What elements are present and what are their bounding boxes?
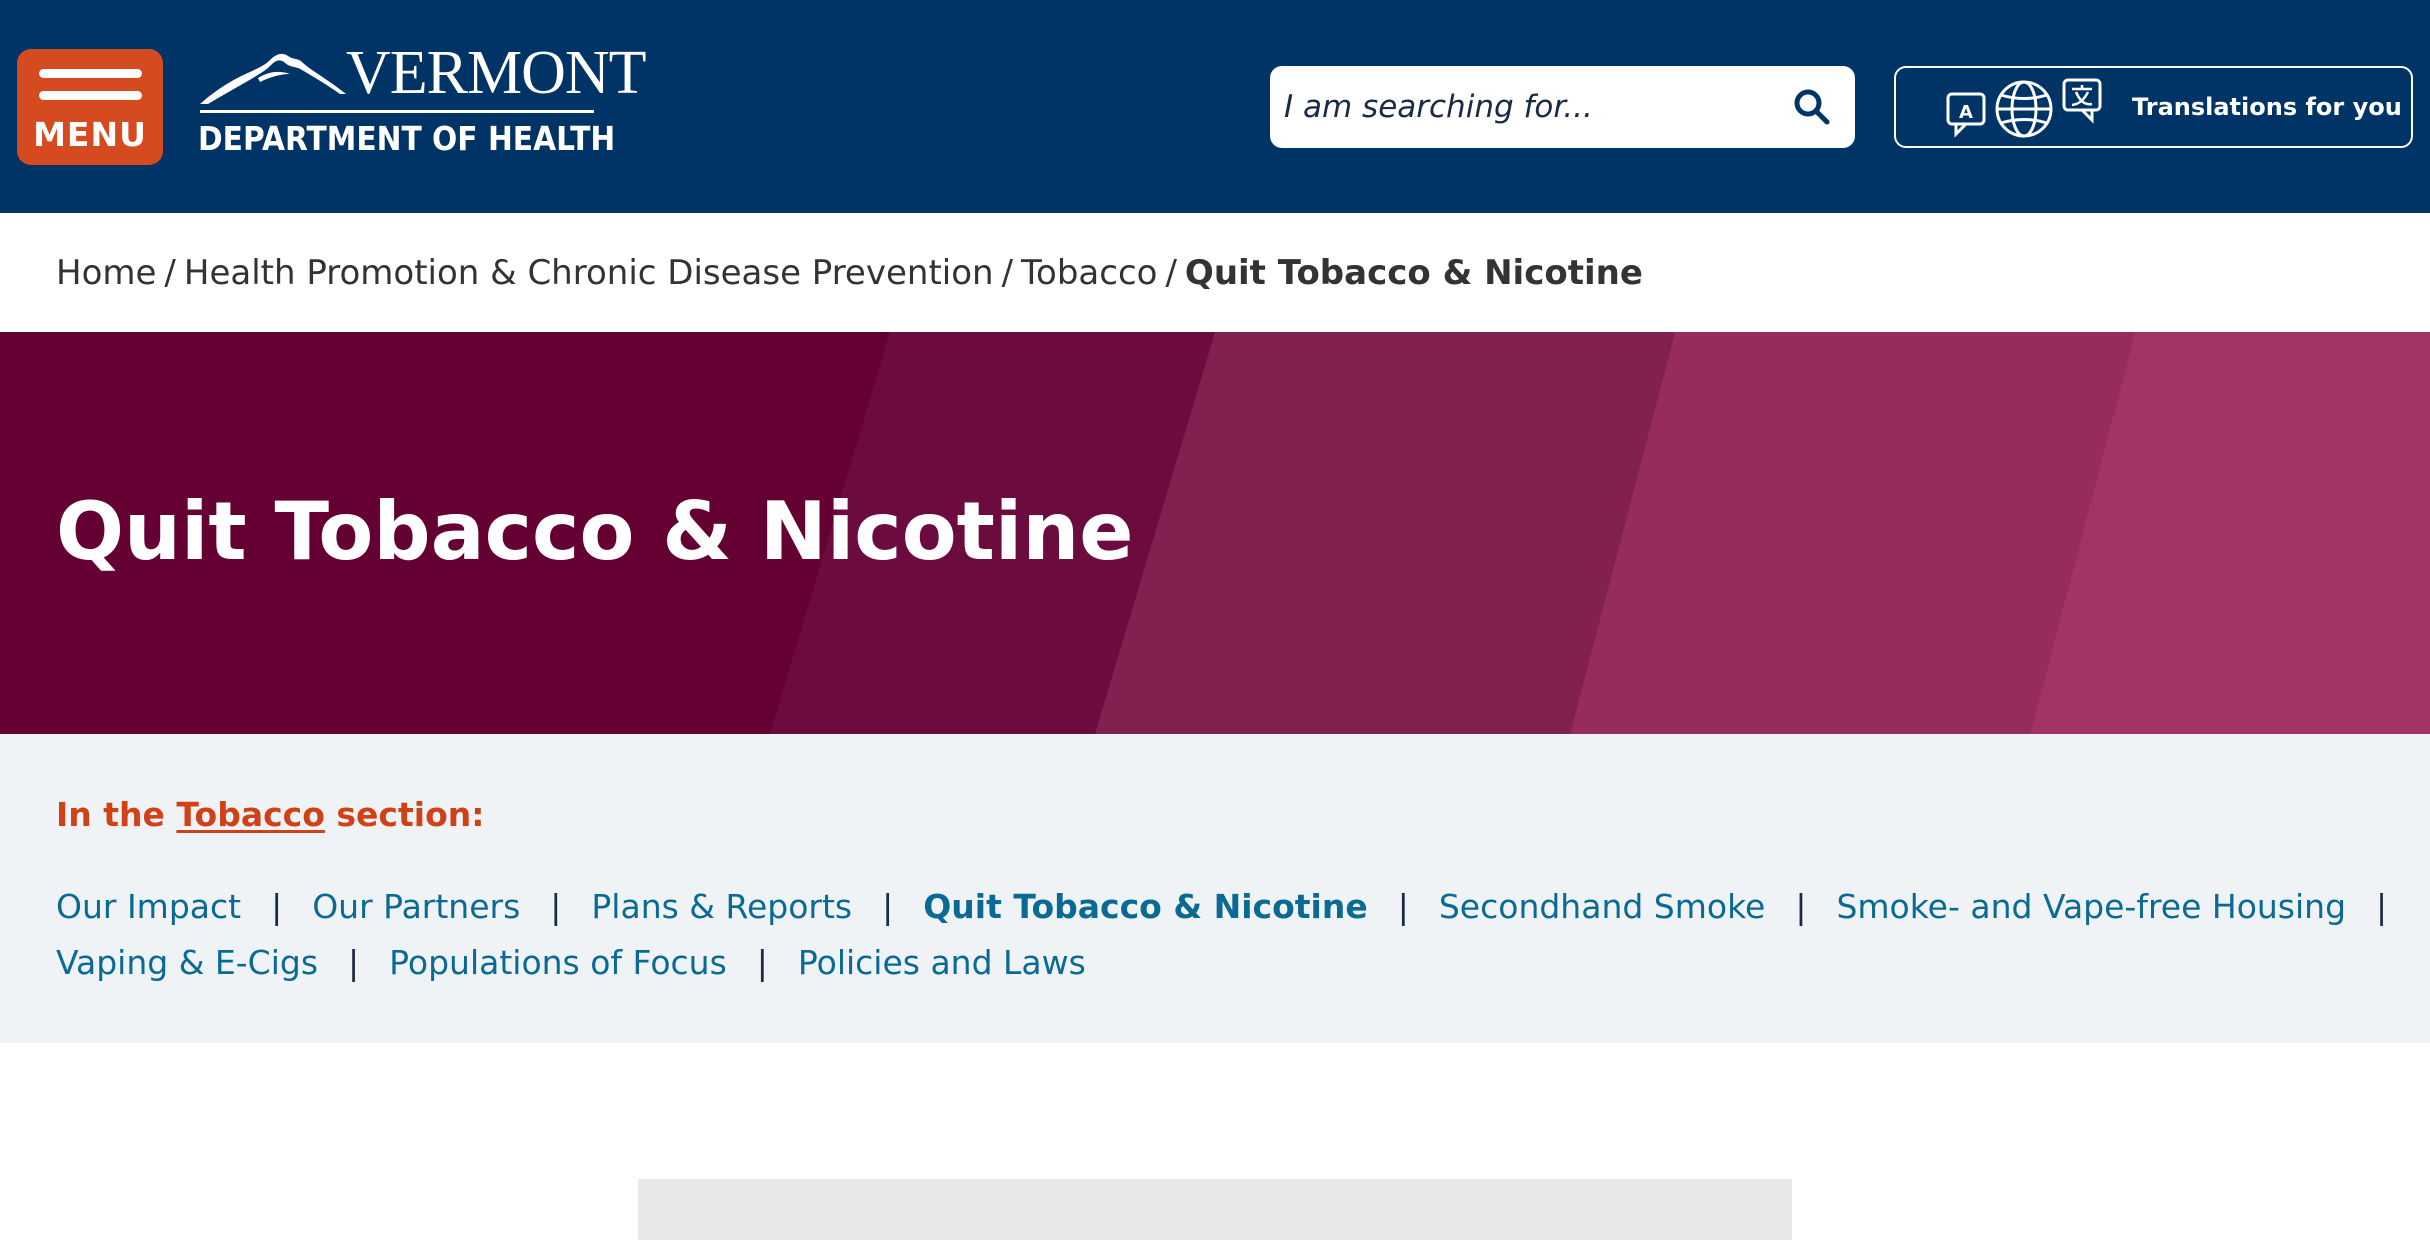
breadcrumb-separator: /: [1001, 253, 1014, 293]
search-box: [1270, 66, 1855, 148]
section-heading: In the Tobacco section:: [56, 790, 484, 840]
logo-vermont-text: VERMONT: [346, 39, 647, 107]
breadcrumb: Home / Health Promotion & Chronic Disease …: [56, 247, 1643, 299]
breadcrumb-separator: /: [164, 253, 176, 293]
section-link-our-impact[interactable]: Our Impact: [56, 887, 241, 926]
section-heading-suffix: section:: [336, 795, 485, 834]
svg-text:A: A: [1959, 102, 1973, 123]
nav-separator: |: [348, 943, 360, 982]
nav-separator: |: [2376, 887, 2388, 926]
hero-banner: Quit Tobacco & Nicotine: [0, 332, 2430, 734]
logo-divider: [200, 110, 594, 113]
section-nav-row-1: Our Impact | Our Partners | Plans & Reports |…: [56, 882, 2417, 932]
breadcrumb-home[interactable]: Home: [56, 253, 156, 293]
breadcrumb-separator: /: [1165, 253, 1177, 293]
section-link-smoke-vape-free-housing[interactable]: Smoke- and Vape-free Housing: [1836, 887, 2346, 926]
nav-separator: |: [1795, 887, 1807, 926]
search-icon[interactable]: [1791, 86, 1833, 128]
media-placeholder: [638, 1179, 1792, 1240]
page-title: Quit Tobacco & Nicotine: [56, 485, 1134, 578]
nav-separator: |: [1397, 887, 1409, 926]
breadcrumb-health-promotion[interactable]: Health Promotion & Chronic Disease Preve…: [184, 253, 994, 293]
translate-globe-icon: A: [1946, 78, 2102, 138]
section-heading-prefix: In the: [56, 795, 165, 834]
section-link-quit-tobacco[interactable]: Quit Tobacco & Nicotine: [923, 887, 1368, 926]
menu-button[interactable]: MENU: [17, 49, 163, 165]
hamburger-icon: [39, 69, 142, 78]
mountain-logo-icon: [200, 53, 346, 104]
menu-label: MENU: [33, 115, 147, 154]
section-link-our-partners[interactable]: Our Partners: [312, 887, 520, 926]
nav-separator: |: [756, 943, 768, 982]
section-tobacco-link[interactable]: Tobacco: [176, 795, 324, 834]
section-link-secondhand-smoke[interactable]: Secondhand Smoke: [1439, 887, 1765, 926]
section-link-policies-laws[interactable]: Policies and Laws: [798, 943, 1086, 982]
section-link-plans-reports[interactable]: Plans & Reports: [591, 887, 852, 926]
section-nav-row-2: Vaping & E-Cigs | Populations of Focus | Pol…: [56, 938, 1086, 988]
nav-separator: |: [550, 887, 562, 926]
section-link-populations[interactable]: Populations of Focus: [389, 943, 727, 982]
logo-department-text: DEPARTMENT OF HEALTH: [198, 119, 616, 158]
translations-button[interactable]: A Translations for you: [1894, 66, 2413, 148]
nav-separator: |: [271, 887, 283, 926]
breadcrumb-current: Quit Tobacco & Nicotine: [1184, 253, 1643, 293]
site-header: MENU VERMONT DEPARTMENT OF HEALTH A: [0, 0, 2430, 213]
search-input[interactable]: [1284, 66, 1774, 148]
vermont-health-logo[interactable]: VERMONT DEPARTMENT OF HEALTH: [198, 38, 647, 168]
hamburger-icon-bar: [39, 91, 142, 100]
breadcrumb-tobacco[interactable]: Tobacco: [1021, 253, 1157, 293]
translations-label: Translations for you: [2132, 93, 2402, 121]
section-nav: In the Tobacco section: Our Impact | Our P…: [0, 734, 2430, 1043]
nav-separator: |: [882, 887, 894, 926]
section-link-vaping[interactable]: Vaping & E-Cigs: [56, 943, 318, 982]
